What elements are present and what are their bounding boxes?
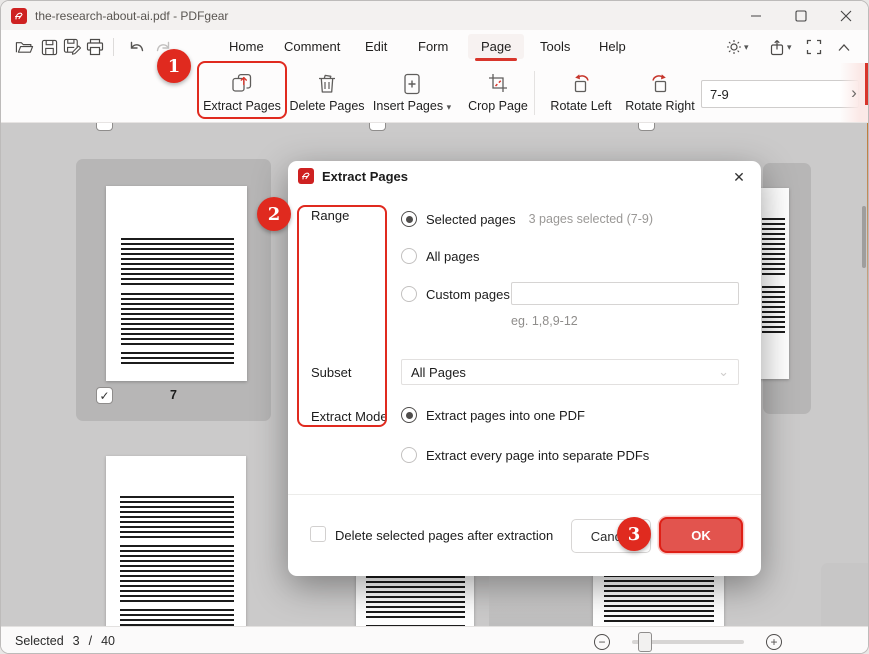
minimize-icon[interactable] bbox=[733, 1, 778, 30]
scrollbar[interactable] bbox=[862, 206, 866, 268]
extract-pages-button[interactable]: Extract Pages bbox=[197, 67, 287, 120]
dialog-header: Extract Pages ✕ bbox=[288, 161, 761, 191]
rotate-right-button[interactable]: Rotate Right bbox=[615, 67, 705, 120]
undo-icon[interactable] bbox=[125, 35, 149, 59]
pdfgear-logo-icon bbox=[11, 8, 27, 24]
insert-pages-caret-icon: ▾ bbox=[447, 102, 452, 112]
step-badge-1: 1 bbox=[157, 49, 191, 83]
dialog-divider bbox=[288, 494, 761, 495]
extract-mode-label: Extract Mode bbox=[311, 409, 388, 424]
ribbon-overflow-strip[interactable]: › bbox=[840, 63, 868, 122]
radio-extract-separate-pdfs[interactable]: Extract every page into separate PDFs bbox=[401, 447, 649, 463]
page-ribbon: Extract Pages Delete Pages Insert Pages … bbox=[1, 63, 868, 123]
ribbon-edge-accent bbox=[865, 63, 868, 105]
rotate-right-icon bbox=[647, 71, 673, 97]
theme-caret-icon: ▾ bbox=[744, 42, 749, 53]
radio-checked-icon[interactable] bbox=[401, 407, 417, 423]
thumbnail-card-partial[interactable] bbox=[821, 563, 869, 626]
page-number: 7 bbox=[76, 388, 271, 402]
save-icon[interactable] bbox=[37, 35, 61, 59]
delete-after-label: Delete selected pages after extraction bbox=[335, 528, 553, 543]
thumbnail-checkbox[interactable] bbox=[638, 123, 655, 131]
save-as-icon[interactable] bbox=[60, 35, 84, 59]
toolbar-separator bbox=[113, 38, 114, 56]
radio-selected-pages[interactable]: Selected pages 3 pages selected (7-9) bbox=[401, 211, 653, 227]
thumbnail-page-10[interactable] bbox=[106, 456, 246, 626]
delete-pages-icon bbox=[314, 71, 340, 97]
radio-custom-pages[interactable]: Custom pages bbox=[401, 286, 510, 302]
tab-page[interactable]: Page bbox=[468, 34, 524, 59]
print-icon[interactable] bbox=[83, 35, 107, 59]
radio-checked-icon[interactable] bbox=[401, 211, 417, 227]
insert-pages-icon bbox=[399, 71, 425, 97]
fullscreen-icon[interactable] bbox=[806, 35, 822, 59]
tab-home[interactable]: Home bbox=[225, 34, 268, 59]
share-icon[interactable]: ▾ bbox=[769, 35, 792, 59]
radio-icon[interactable] bbox=[401, 248, 417, 264]
tab-form[interactable]: Form bbox=[414, 34, 452, 59]
page-preview bbox=[758, 188, 789, 379]
selection-status: Selected 3 / 40 bbox=[15, 634, 115, 648]
extract-pages-icon bbox=[229, 71, 255, 97]
theme-icon[interactable]: ▾ bbox=[726, 35, 749, 59]
step-badge-3: 3 bbox=[617, 517, 651, 551]
rotate-left-icon bbox=[568, 71, 594, 97]
ribbon-separator bbox=[534, 71, 535, 115]
title-bar: the-research-about-ai.pdf - PDFgear bbox=[1, 1, 868, 30]
page-range-input[interactable] bbox=[701, 80, 859, 108]
active-tab-underline bbox=[475, 58, 517, 61]
radio-all-pages[interactable]: All pages bbox=[401, 248, 479, 264]
zoom-slider-handle[interactable] bbox=[638, 632, 652, 652]
tab-edit[interactable]: Edit bbox=[361, 34, 391, 59]
selected-pages-note: 3 pages selected (7-9) bbox=[529, 212, 653, 226]
zoom-slider[interactable] bbox=[632, 640, 744, 644]
subset-label: Subset bbox=[311, 365, 351, 380]
pdfgear-window: the-research-about-ai.pdf - PDFgear Home… bbox=[0, 0, 869, 654]
tab-help[interactable]: Help bbox=[595, 34, 630, 59]
subset-dropdown[interactable]: All Pages ⌄ bbox=[401, 359, 739, 385]
radio-icon[interactable] bbox=[401, 286, 417, 302]
zoom-out-icon[interactable]: − bbox=[594, 634, 610, 650]
window-title: the-research-about-ai.pdf - PDFgear bbox=[35, 9, 228, 23]
radio-extract-one-pdf[interactable]: Extract pages into one PDF bbox=[401, 407, 585, 423]
dialog-close-icon[interactable]: ✕ bbox=[727, 165, 751, 189]
status-bar: Selected 3 / 40 − + bbox=[1, 626, 868, 654]
custom-pages-hint: eg. 1,8,9-12 bbox=[511, 314, 578, 328]
delete-after-checkbox[interactable] bbox=[310, 526, 326, 542]
ok-button[interactable]: OK bbox=[659, 517, 743, 553]
step-badge-2: 2 bbox=[257, 197, 291, 231]
thumbnail-page-7[interactable]: ✓ 7 bbox=[76, 159, 271, 421]
maximize-icon[interactable] bbox=[778, 1, 823, 30]
insert-pages-button[interactable]: Insert Pages ▾ bbox=[367, 67, 457, 120]
delete-pages-button[interactable]: Delete Pages bbox=[282, 67, 372, 120]
range-label: Range bbox=[311, 208, 349, 223]
custom-pages-input[interactable] bbox=[511, 282, 739, 305]
thumbnail-checkbox[interactable] bbox=[369, 123, 386, 131]
crop-page-icon bbox=[485, 71, 511, 97]
thumbnail-checkbox[interactable] bbox=[96, 123, 113, 131]
share-caret-icon: ▾ bbox=[787, 42, 792, 53]
close-icon[interactable] bbox=[823, 1, 868, 30]
tab-comment[interactable]: Comment bbox=[280, 34, 344, 59]
chevron-down-icon: ⌄ bbox=[718, 364, 729, 380]
open-file-icon[interactable] bbox=[12, 35, 36, 59]
tab-tools[interactable]: Tools bbox=[536, 34, 574, 59]
radio-icon[interactable] bbox=[401, 447, 417, 463]
extract-pages-dialog: Extract Pages ✕ Range Selected pages 3 p… bbox=[288, 161, 761, 576]
pdfgear-logo-icon bbox=[298, 168, 314, 184]
zoom-in-icon[interactable]: + bbox=[766, 634, 782, 650]
crop-page-button[interactable]: Crop Page bbox=[453, 67, 543, 120]
chevron-right-icon: › bbox=[851, 83, 857, 103]
dialog-title: Extract Pages bbox=[322, 169, 408, 184]
rotate-left-button[interactable]: Rotate Left bbox=[536, 67, 626, 120]
collapse-ribbon-icon[interactable] bbox=[837, 35, 851, 59]
main-toolbar: Home Comment Edit Form Page Tools Help ▾… bbox=[1, 30, 868, 63]
page-preview bbox=[106, 186, 247, 381]
